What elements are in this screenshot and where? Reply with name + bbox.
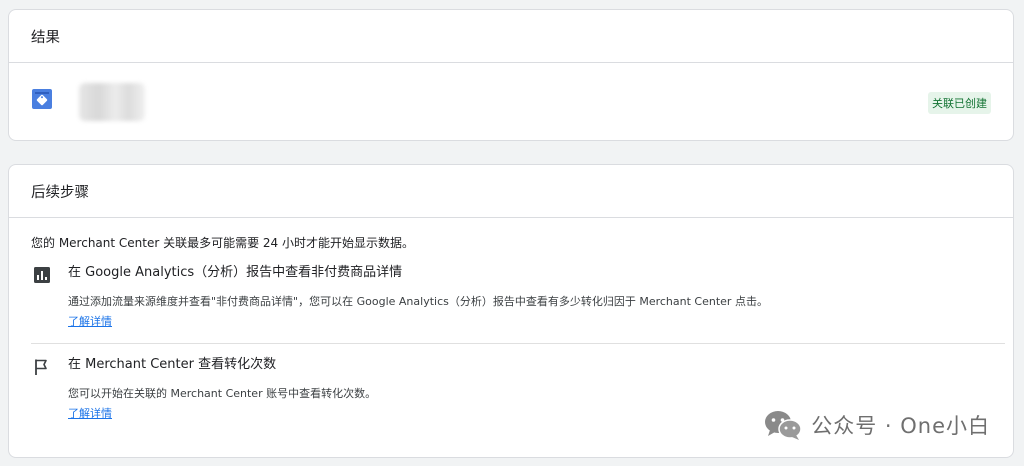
- result-card: 结果 关联已创建: [8, 9, 1014, 141]
- step-description: 通过添加流量来源维度并查看"非付费商品详情"，您可以在 Google Analy…: [68, 295, 768, 308]
- result-card-title: 结果: [9, 10, 1013, 63]
- blurred-account-name: [79, 83, 145, 121]
- learn-more-link[interactable]: 了解详情: [68, 315, 112, 329]
- step-title: 在 Google Analytics（分析）报告中查看非付费商品详情: [68, 265, 403, 280]
- step-description: 您可以开始在关联的 Merchant Center 账号中查看转化次数。: [68, 387, 377, 400]
- bar-chart-icon: [33, 266, 51, 284]
- step-title: 在 Merchant Center 查看转化次数: [68, 357, 277, 372]
- intro-text: 您的 Merchant Center 关联最多可能需要 24 小时才能开始显示数…: [31, 236, 415, 250]
- merchant-center-icon: [32, 89, 52, 109]
- watermark-text: 公众号 · One小白: [811, 414, 990, 438]
- step-analytics: 在 Google Analytics（分析）报告中查看非付费商品详情 通过添加流…: [31, 264, 1005, 344]
- status-badge: 关联已创建: [928, 92, 991, 114]
- result-row: 关联已创建: [9, 63, 1013, 140]
- flag-icon: [33, 358, 51, 376]
- wechat-icon: [763, 408, 803, 442]
- next-steps-title: 后续步骤: [9, 165, 1013, 218]
- watermark: 公众号 · One小白: [763, 408, 990, 442]
- learn-more-link[interactable]: 了解详情: [68, 407, 112, 421]
